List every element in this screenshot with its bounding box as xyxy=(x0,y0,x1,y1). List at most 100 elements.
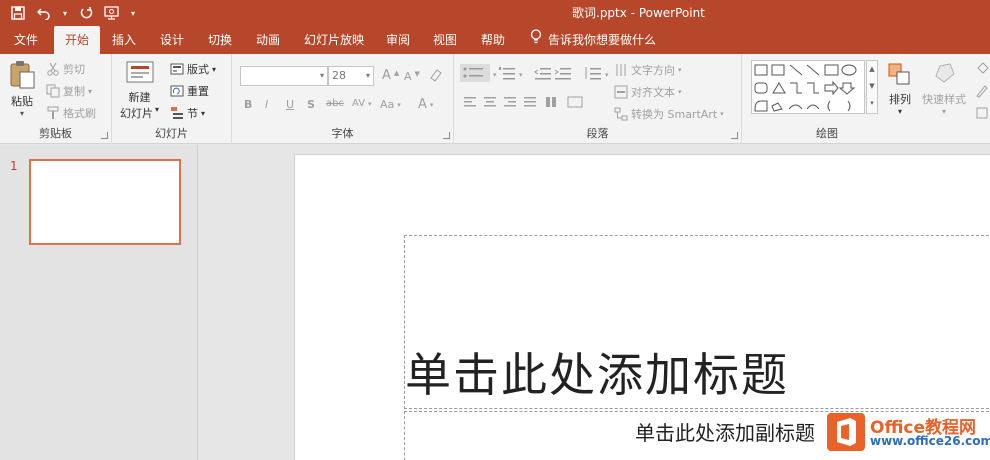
layout-label: 版式 xyxy=(187,63,209,76)
new-slide-dropdown-icon: ▾ xyxy=(155,105,160,114)
arrange-icon xyxy=(887,62,913,91)
bold-button[interactable]: B xyxy=(244,98,252,111)
shape-fill-button[interactable] xyxy=(975,62,989,76)
shrink-font-button[interactable]: A ▼ xyxy=(404,70,420,84)
align-text-icon xyxy=(614,85,628,99)
save-icon[interactable] xyxy=(8,3,28,23)
tab-file[interactable]: 文件 xyxy=(6,26,46,54)
clipboard-launcher-icon[interactable] xyxy=(101,132,108,139)
bullets-button[interactable]: ▾ xyxy=(460,64,497,85)
smartart-button[interactable]: 转换为 SmartArt ▾ xyxy=(614,106,724,122)
shape-effects-button[interactable] xyxy=(975,106,989,120)
font-name-box[interactable]: ▾ xyxy=(240,66,328,86)
new-slide-label-1: 新建 xyxy=(128,91,151,104)
format-painter-icon xyxy=(46,106,60,120)
character-spacing-button[interactable]: AV ▾ xyxy=(352,98,372,109)
shapes-gallery[interactable] xyxy=(751,60,865,114)
tab-slideshow[interactable]: 幻灯片放映 xyxy=(298,26,370,54)
grow-font-button[interactable]: A ▲ xyxy=(382,68,399,83)
undo-icon[interactable] xyxy=(34,3,54,23)
subtitle-placeholder-text: 单击此处添加副标题 xyxy=(635,421,815,445)
font-color-button[interactable]: A ▾ xyxy=(418,97,433,112)
reset-icon xyxy=(170,84,184,98)
reset-button[interactable]: 重置 xyxy=(170,83,209,99)
numbering-button[interactable]: ▾ xyxy=(498,66,523,83)
tab-view[interactable]: 视图 xyxy=(425,26,465,54)
ribbon-tabs: 文件 开始 插入 设计 切换 动画 幻灯片放映 审阅 视图 帮助 告诉我你想要做… xyxy=(0,26,990,54)
shadow-button[interactable]: S xyxy=(307,98,315,111)
paragraph-launcher-icon[interactable] xyxy=(731,132,738,139)
clipboard-group-label: 剪贴板 xyxy=(39,127,72,140)
redo-icon[interactable] xyxy=(76,3,96,23)
present-from-start-icon[interactable] xyxy=(102,3,122,23)
quick-styles-dropdown-icon: ▾ xyxy=(941,107,946,116)
decrease-indent-button[interactable] xyxy=(534,66,552,83)
shape-outline-button[interactable] xyxy=(975,84,989,98)
line-spacing-button[interactable]: ▾ xyxy=(584,66,609,83)
quick-styles-label: 快速样式 xyxy=(922,93,966,106)
font-launcher-icon[interactable] xyxy=(443,132,450,139)
numbering-icon xyxy=(498,66,516,83)
format-painter-button[interactable]: 格式刷 xyxy=(46,105,96,121)
paste-label: 粘贴 xyxy=(11,95,33,108)
align-text-button[interactable]: 对齐文本 ▾ xyxy=(614,84,682,100)
quick-styles-button[interactable]: 快速样式 ▾ xyxy=(922,62,966,116)
watermark-line2: www.office26.com xyxy=(870,434,990,448)
cut-label: 剪切 xyxy=(63,63,85,76)
format-painter-label: 格式刷 xyxy=(63,107,96,120)
slides-group-label: 幻灯片 xyxy=(155,127,188,140)
case-label: Aa xyxy=(380,98,395,111)
increase-indent-button[interactable] xyxy=(554,66,572,83)
quick-styles-icon xyxy=(930,62,958,91)
section-button[interactable]: 节 ▾ xyxy=(170,105,205,121)
slides-group: 新建 幻灯片 ▾ 版式 ▾ 重置 节 ▾ 幻灯片 xyxy=(112,54,232,144)
clear-formatting-button[interactable] xyxy=(428,68,442,82)
layout-button[interactable]: 版式 ▾ xyxy=(170,61,216,77)
text-direction-icon xyxy=(614,63,628,77)
undo-dropdown-icon[interactable]: ▾ xyxy=(60,3,70,23)
tab-insert[interactable]: 插入 xyxy=(105,26,143,54)
tab-review[interactable]: 审阅 xyxy=(378,26,418,54)
font-group-label: 字体 xyxy=(331,127,354,140)
font-size-box[interactable]: 28 ▾ xyxy=(328,66,374,86)
font-name-dropdown-icon[interactable]: ▾ xyxy=(320,67,324,85)
spacing-label: AV xyxy=(352,98,366,109)
tab-transitions[interactable]: 切换 xyxy=(200,26,240,54)
italic-button[interactable]: I xyxy=(265,98,268,111)
tell-me-search[interactable]: 告诉我你想要做什么 xyxy=(530,26,656,54)
change-case-button[interactable]: Aa ▾ xyxy=(380,98,401,111)
font-size-value: 28 xyxy=(332,69,346,82)
tab-help[interactable]: 帮助 xyxy=(473,26,513,54)
lightbulb-icon xyxy=(530,26,542,54)
tab-animations[interactable]: 动画 xyxy=(248,26,288,54)
paste-button[interactable]: 粘贴 ▾ xyxy=(8,60,36,118)
cut-button[interactable]: 剪切 xyxy=(46,61,85,77)
bullets-icon xyxy=(460,64,490,85)
arrange-button[interactable]: 排列 ▾ xyxy=(887,62,913,116)
shapes-gallery-scroll[interactable]: ▲ ▼ ▾ xyxy=(866,60,878,114)
drawing-group-label: 绘图 xyxy=(816,127,838,140)
section-icon xyxy=(170,106,184,120)
font-size-dropdown-icon[interactable]: ▾ xyxy=(366,67,370,85)
shapes-icons[interactable] xyxy=(752,61,866,115)
thumbnail-number: 1 xyxy=(10,159,18,173)
section-dropdown-icon: ▾ xyxy=(201,108,206,118)
eraser-icon xyxy=(428,68,442,82)
text-direction-button[interactable]: 文字方向 ▾ xyxy=(614,62,682,78)
customize-qat-icon[interactable]: ▾ xyxy=(128,3,138,23)
tab-home[interactable]: 开始 xyxy=(54,26,100,54)
tab-design[interactable]: 设计 xyxy=(152,26,192,54)
strikethrough-button[interactable]: abc xyxy=(326,98,344,109)
paragraph-align-icons[interactable] xyxy=(464,96,604,110)
new-slide-button[interactable]: 新建 幻灯片 ▾ xyxy=(120,60,159,121)
tell-me-label: 告诉我你想要做什么 xyxy=(548,33,657,47)
font-color-label: A xyxy=(418,97,427,112)
ribbon: 粘贴 ▾ 剪切 复制 ▾ 格式刷 剪贴板 新建 幻灯片 ▾ 版式 ▾ 重置 节 … xyxy=(0,54,990,144)
underline-button[interactable]: U xyxy=(286,98,294,111)
paragraph-group-label: 段落 xyxy=(586,127,609,140)
copy-button[interactable]: 复制 ▾ xyxy=(46,83,92,99)
paint-bucket-icon xyxy=(975,62,989,76)
quick-access-toolbar: ▾ ▾ xyxy=(8,3,138,23)
slide-thumbnail[interactable] xyxy=(29,159,181,245)
paragraph-group: ▾ ▾ ▾ 文字方向 ▾ 对齐文本 ▾ 转换为 SmartArt ▾ 段落 xyxy=(454,54,742,144)
